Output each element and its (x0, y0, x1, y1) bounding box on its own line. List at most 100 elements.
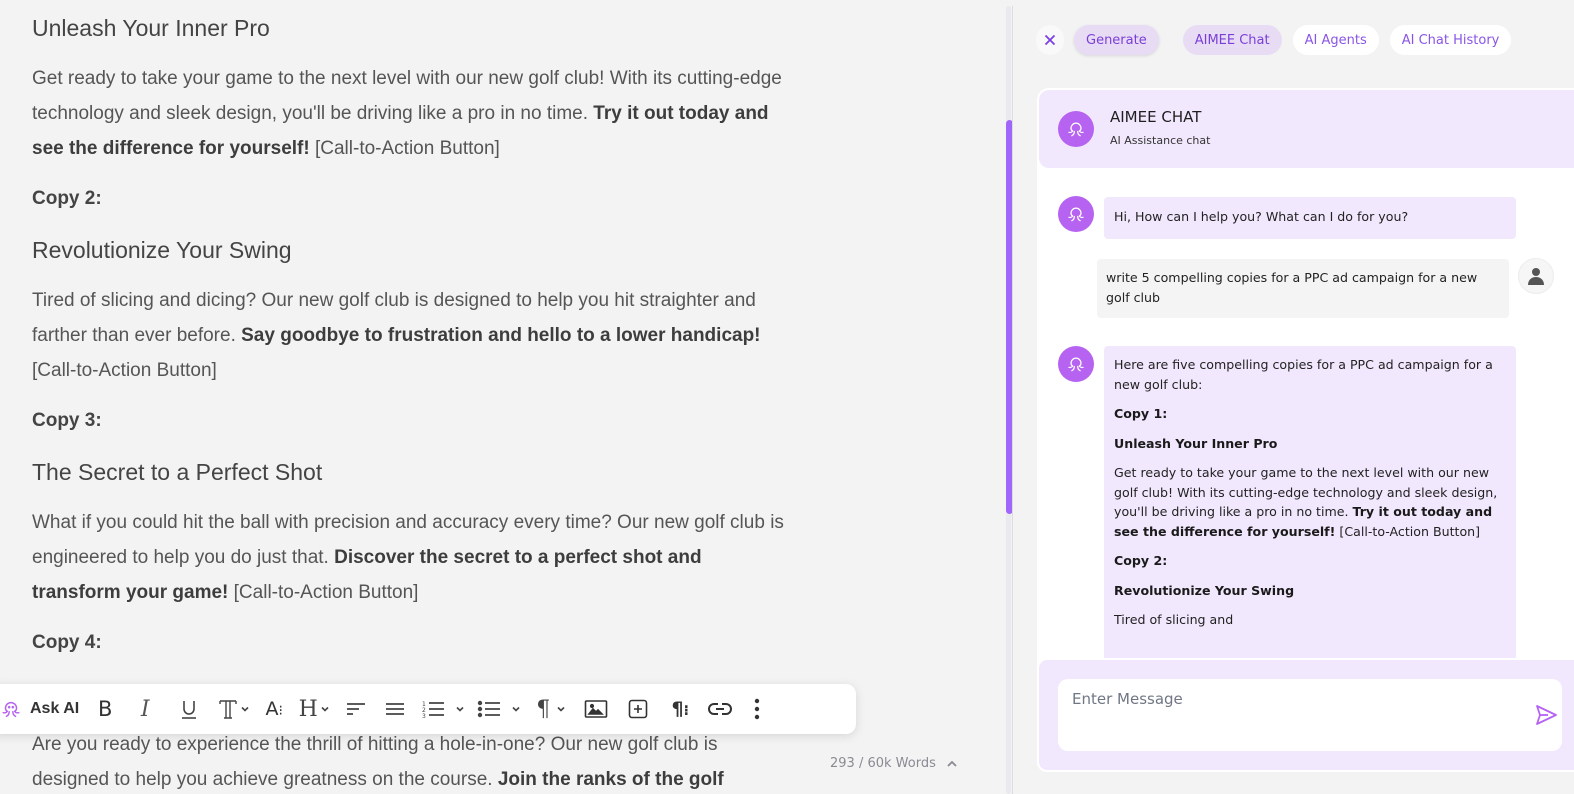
heading-icon: H (298, 696, 318, 722)
italic-icon: I (140, 696, 150, 722)
copy-paragraph: Get ready to take your game to the next … (32, 61, 792, 166)
chevron-down-icon (456, 706, 464, 712)
copy-label: Copy 4: (32, 632, 102, 653)
chat-header: AIMEE CHAT AI Assistance chat (1039, 90, 1574, 168)
chevron-down-icon (241, 706, 249, 712)
response-copy-title: Unleash Your Inner Pro (1114, 434, 1506, 454)
response-copy-title: Revolutionize Your Swing (1114, 581, 1506, 601)
underline-icon (182, 701, 197, 719)
font-size-button[interactable]: A⁝ (257, 692, 291, 726)
chevron-up-icon (947, 760, 957, 767)
user-message: write 5 compelling copies for a PPC ad c… (1097, 259, 1509, 318)
paragraph-bold-text: Join the ranks of the golf (497, 769, 724, 790)
font-size-icon: A⁝ (265, 698, 283, 720)
panel-tabs: Generate AIMEE Chat AI Agents AI Chat Hi… (1036, 25, 1512, 55)
copy-paragraph: Tired of slicing and dicing? Our new gol… (32, 283, 792, 388)
user-icon (1528, 268, 1544, 285)
paragraph-cta-text: [Call-to-Action Button] (32, 360, 217, 381)
word-count-label: 293 / 60k Words (830, 756, 936, 771)
paragraph-icon: ¶ (536, 696, 551, 722)
paragraph-dropdown[interactable]: ¶ (527, 692, 575, 726)
paragraph-cta-text: [Call-to-Action Button] (309, 138, 500, 159)
paragraph-format-button[interactable]: ¶⁝ (659, 692, 701, 726)
copy-label: Copy 2: (32, 188, 102, 209)
insert-block-button[interactable] (617, 692, 659, 726)
bot-message: Hi, How can I help you? What can I do fo… (1104, 197, 1516, 239)
bot-avatar (1058, 111, 1094, 147)
link-icon (708, 703, 733, 715)
insert-link-button[interactable] (701, 692, 739, 726)
heading-dropdown[interactable]: H (291, 692, 337, 726)
octopus-icon (1068, 207, 1084, 222)
bullet-list-dropdown[interactable] (471, 692, 527, 726)
paragraph-bold-text: Say goodbye to frustration and hello to … (241, 325, 761, 346)
tab-aimee-chat[interactable]: AIMEE Chat (1182, 25, 1282, 55)
octopus-icon (0, 698, 22, 720)
align-left-button[interactable] (337, 692, 375, 726)
more-options-button[interactable] (739, 692, 775, 726)
tab-ai-agents[interactable]: AI Agents (1292, 25, 1379, 55)
close-panel-button[interactable] (1036, 25, 1064, 55)
ask-ai-button[interactable]: Ask AI (0, 692, 87, 726)
bot-message: Here are five compelling copies for a PP… (1104, 346, 1516, 666)
tab-generate[interactable]: Generate (1074, 25, 1159, 55)
ordered-list-dropdown[interactable]: 123 (415, 692, 471, 726)
copy-title: Revolutionize Your Swing (1114, 582, 1295, 598)
message-composer (1037, 658, 1574, 772)
chevron-down-icon (512, 706, 520, 712)
more-vertical-icon (755, 698, 760, 720)
insert-image-button[interactable] (575, 692, 617, 726)
bot-avatar (1058, 346, 1094, 382)
octopus-icon (1068, 357, 1084, 372)
bold-icon: B (97, 697, 113, 721)
response-intro: Here are five compelling copies for a PP… (1114, 357, 1493, 392)
copy-label: Copy 1: (1114, 406, 1168, 421)
response-copy-label: Copy 1: (1114, 404, 1506, 424)
paragraph-cta-text: [Call-to-Action Button] (228, 582, 419, 603)
bullet-list-icon (478, 700, 501, 718)
copy-body-cta: [Call-to-Action Button] (1335, 523, 1481, 539)
chevron-down-icon (321, 706, 329, 712)
plus-box-icon (628, 699, 648, 719)
ordered-list-icon: 123 (422, 701, 445, 719)
copy-heading: Unleash Your Inner Pro (32, 15, 270, 41)
bold-button[interactable]: B (87, 692, 123, 726)
response-copy-body: Tired of slicing and (1114, 612, 1234, 627)
octopus-icon (1068, 122, 1084, 137)
word-count[interactable]: 293 / 60k Words (830, 756, 958, 771)
copy-label: Copy 2: (1114, 553, 1168, 568)
copy-label: Copy 3: (32, 410, 102, 431)
ask-ai-label: Ask AI (30, 700, 80, 717)
copy-heading: Revolutionize Your Swing (32, 237, 292, 263)
font-type-icon (219, 700, 237, 719)
user-avatar (1518, 258, 1554, 294)
font-type-dropdown[interactable] (211, 692, 257, 726)
tab-ai-chat-history[interactable]: AI Chat History (1389, 25, 1512, 55)
response-copy-body: Get ready to take your game to the next … (1114, 463, 1506, 541)
send-button[interactable] (1534, 703, 1560, 729)
svg-text:3: 3 (422, 713, 426, 719)
copy-title: Unleash Your Inner Pro (1114, 435, 1278, 451)
copy-paragraph: What if you could hit the ball with prec… (32, 505, 792, 610)
panel-divider (1012, 6, 1013, 794)
editor-area: Unleash Your Inner Pro Get ready to take… (0, 0, 1000, 794)
message-input[interactable] (1072, 687, 1492, 711)
formatting-toolbar: Ask AI B I A⁝ H 123 ¶ ¶⁝ (0, 684, 856, 734)
chat-window: AIMEE CHAT AI Assistance chat Hi, How ca… (1037, 88, 1574, 772)
italic-button[interactable]: I (123, 692, 167, 726)
chat-subtitle: AI Assistance chat (1110, 134, 1211, 147)
align-justify-button[interactable] (375, 692, 415, 726)
copy-paragraph: Are you ready to experience the thrill o… (32, 727, 792, 794)
paragraph-format-icon: ¶⁝ (671, 698, 689, 720)
chevron-down-icon (557, 706, 565, 712)
align-left-icon (347, 703, 366, 715)
chat-title: AIMEE CHAT (1110, 108, 1202, 126)
align-justify-icon (386, 703, 405, 715)
bot-avatar (1058, 196, 1094, 232)
response-copy-label: Copy 2: (1114, 551, 1506, 571)
copy-heading: The Secret to a Perfect Shot (32, 459, 323, 485)
image-icon (584, 700, 608, 718)
ai-side-panel: Generate AIMEE Chat AI Agents AI Chat Hi… (1020, 0, 1574, 794)
underline-button[interactable] (167, 692, 211, 726)
close-icon (1044, 34, 1056, 46)
